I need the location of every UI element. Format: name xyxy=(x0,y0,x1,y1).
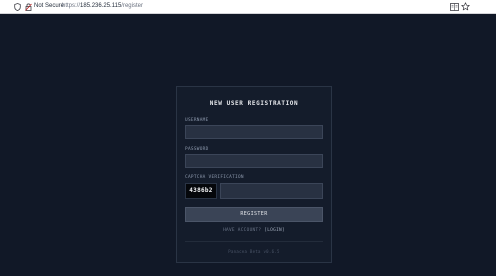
login-prompt-line: HAVE ACCOUNT? [LOGIN] xyxy=(177,228,331,234)
url-host: 185.236.25.115 xyxy=(80,3,122,9)
address-field[interactable]: https://185.236.25.115/register xyxy=(62,2,143,11)
password-input[interactable] xyxy=(185,154,323,168)
username-label: USERNAME xyxy=(185,118,209,123)
login-link[interactable]: [LOGIN] xyxy=(264,228,285,233)
divider xyxy=(185,241,323,242)
shield-icon[interactable] xyxy=(14,3,21,11)
login-prompt: HAVE ACCOUNT? xyxy=(223,228,262,233)
star-icon[interactable] xyxy=(461,2,470,11)
registration-card: NEW USER REGISTRATION USERNAME PASSWORD … xyxy=(176,86,332,263)
captcha-input[interactable] xyxy=(220,183,323,199)
browser-url-bar: Not Secure https://185.236.25.115/regist… xyxy=(0,0,496,14)
captcha-image: 4386b2 xyxy=(185,183,217,199)
reader-view-icon[interactable] xyxy=(450,3,459,11)
password-label: PASSWORD xyxy=(185,147,209,152)
not-secure-label[interactable]: Not Secure xyxy=(34,2,64,11)
lock-broken-icon[interactable] xyxy=(25,3,32,11)
version-label: Panacea Beta v0.6.5 xyxy=(228,249,280,254)
url-path: /register xyxy=(121,3,143,9)
url-scheme: https:// xyxy=(62,3,81,9)
register-button[interactable]: REGISTER xyxy=(185,207,323,222)
form-title: NEW USER REGISTRATION xyxy=(209,100,299,107)
captcha-label: CAPTCHA VERIFICATION xyxy=(185,175,244,180)
username-input[interactable] xyxy=(185,125,323,139)
